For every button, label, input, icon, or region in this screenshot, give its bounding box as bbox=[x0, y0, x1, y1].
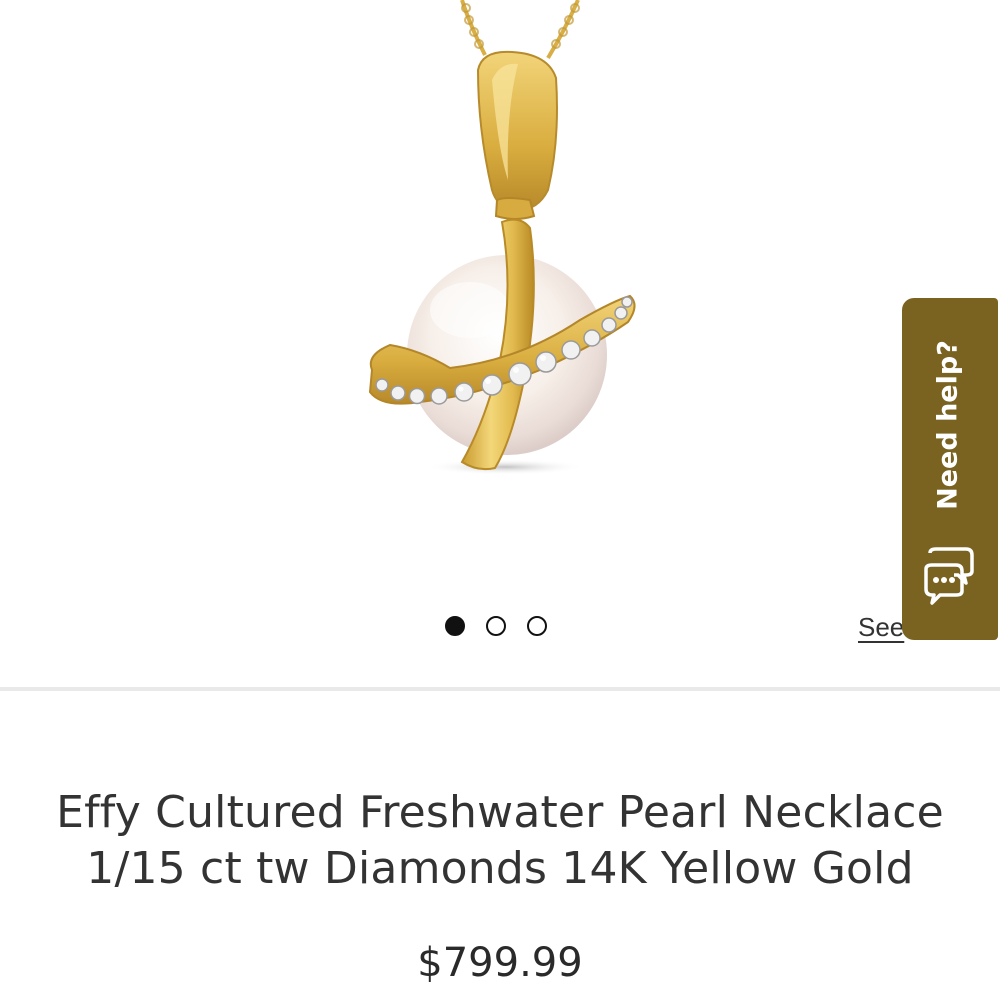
product-title-line-2: 1/15 ct tw Diamonds 14K Yellow Gold bbox=[86, 843, 914, 894]
section-divider bbox=[0, 687, 1000, 691]
need-help-label: Need help? bbox=[932, 340, 964, 510]
carousel-dot-1[interactable] bbox=[445, 616, 465, 636]
product-title-line-1: Effy Cultured Freshwater Pearl Necklace bbox=[56, 787, 944, 838]
carousel-dot-3[interactable] bbox=[527, 616, 547, 636]
chat-bubble-icon bbox=[924, 547, 974, 605]
carousel-dots bbox=[445, 616, 547, 636]
product-title: Effy Cultured Freshwater Pearl Necklace … bbox=[20, 785, 980, 897]
product-image[interactable] bbox=[0, 0, 1000, 600]
product-page: See Need help? Effy Cultured Freshwater … bbox=[0, 0, 1000, 1000]
carousel-dot-2[interactable] bbox=[486, 616, 506, 636]
see-link[interactable]: See bbox=[858, 612, 904, 643]
product-price: $799.99 bbox=[417, 940, 583, 986]
bail bbox=[476, 50, 558, 212]
